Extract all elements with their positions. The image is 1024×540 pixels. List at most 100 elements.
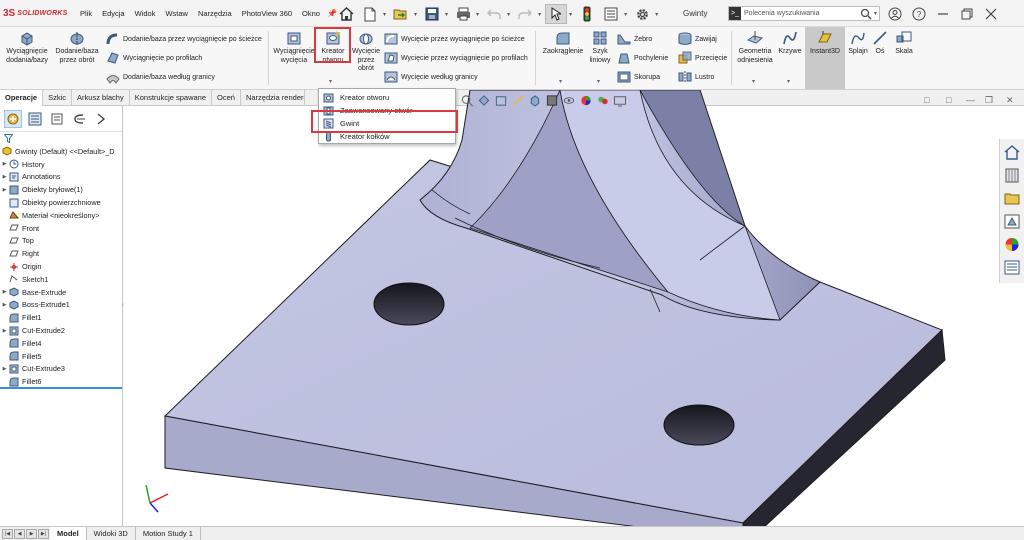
filter-row[interactable]	[0, 132, 122, 145]
expand-arrow-icon[interactable]: ▶	[0, 302, 9, 308]
appearances-scenes-icon[interactable]	[1001, 234, 1023, 254]
expand-arrow-icon[interactable]: ▶	[0, 328, 9, 334]
redo-icon[interactable]	[514, 4, 536, 24]
zoom-to-fit-icon[interactable]	[460, 94, 474, 107]
feature-manager-tab-icon[interactable]	[4, 109, 22, 128]
previous-view-icon[interactable]	[477, 94, 491, 107]
dynamic-annotation-icon[interactable]	[511, 94, 525, 107]
options-caret-icon[interactable]: ▾	[655, 11, 658, 18]
tree-item[interactable]: Right	[0, 247, 122, 260]
fillet-caret-icon[interactable]: ▾	[559, 78, 562, 85]
expand-arrow-icon[interactable]: ▶	[0, 187, 9, 193]
viewport-restore-icon[interactable]: ❐	[985, 95, 993, 106]
undo-icon[interactable]	[483, 4, 505, 24]
tree-item[interactable]: ▶ History	[0, 158, 122, 171]
menu-plik[interactable]: Plik	[75, 9, 97, 18]
view-palette-icon[interactable]	[1001, 211, 1023, 231]
spline-button[interactable]: Splajn	[846, 30, 870, 57]
design-library-icon[interactable]	[1001, 165, 1023, 185]
appearance-icon[interactable]	[579, 94, 593, 107]
tab-arkusz-blachy[interactable]: Arkusz blachy	[72, 90, 130, 106]
ref-geometry-caret-icon[interactable]: ▾	[752, 78, 755, 85]
tree-item[interactable]: Materiał <nieokreślony>	[0, 209, 122, 222]
redo-caret-icon[interactable]: ▾	[538, 11, 541, 18]
properties-caret-icon[interactable]: ▾	[624, 11, 627, 18]
panel-collapse-handle[interactable]: ‹	[122, 302, 124, 309]
tree-item[interactable]: Sketch1	[0, 273, 122, 286]
reference-geometry-button[interactable]: Geometria odniesienia	[734, 30, 776, 65]
tree-item[interactable]: ▶ Base-Extrude	[0, 286, 122, 299]
menu-narzedzia[interactable]: Narzędzia	[193, 9, 237, 18]
tree-item[interactable]: Fillet4	[0, 337, 122, 350]
shell-button[interactable]: Skorupa	[617, 70, 660, 84]
view-settings-icon[interactable]	[613, 94, 627, 107]
viewport-close-icon[interactable]: ✕	[1006, 95, 1014, 106]
last-tab-icon[interactable]: ▶|	[38, 528, 49, 539]
file-explorer-icon[interactable]	[1001, 188, 1023, 208]
boundary-boss-button[interactable]: Dodanie/baza według granicy	[106, 70, 215, 84]
hole-lower[interactable]	[663, 404, 735, 446]
hide-show-icon[interactable]	[562, 94, 576, 107]
tree-item[interactable]: ▶ Obiekty bryłowe(1)	[0, 183, 122, 196]
view-orientation-icon[interactable]	[528, 94, 542, 107]
next-tab-icon[interactable]: ▶	[26, 528, 37, 539]
scale-button[interactable]: Skala	[892, 30, 916, 57]
custom-properties-icon[interactable]	[1001, 257, 1023, 277]
tree-item[interactable]: ▶ Boss-Extrude1	[0, 299, 122, 312]
tree-item[interactable]: ▶ Cut-Extrude3	[0, 363, 122, 376]
hole-upper[interactable]	[373, 282, 445, 326]
revolve-cut-button[interactable]: Wycięcie przez obrót	[351, 30, 381, 74]
mirror-button[interactable]: Lustro	[678, 70, 714, 84]
search-input[interactable]: Polecenia wyszukiwania	[744, 10, 860, 17]
intersect-button[interactable]: Przecięcie	[678, 51, 727, 65]
select-caret-icon[interactable]: ▾	[569, 11, 572, 18]
new-caret-icon[interactable]: ▾	[383, 11, 386, 18]
print-icon[interactable]	[452, 4, 474, 24]
revolve-boss-button[interactable]: Dodanie/baza przez obrót	[52, 30, 102, 65]
tab-operacje[interactable]: Operacje	[0, 90, 44, 106]
section-view-icon[interactable]	[494, 94, 508, 107]
draft-button[interactable]: Pochylenie	[617, 51, 668, 65]
tree-item[interactable]: ▶ Annotations	[0, 171, 122, 184]
home-icon[interactable]	[335, 4, 357, 24]
property-manager-tab-icon[interactable]	[26, 110, 44, 128]
extrude-cut-button[interactable]: Wyciągnięcie wycięcia	[273, 30, 315, 65]
filter-icon[interactable]	[4, 134, 13, 143]
tree-item[interactable]: Front	[0, 222, 122, 235]
swept-boss-button[interactable]: Dodanie/baza przez wyciągnięcie po ścież…	[106, 32, 262, 46]
graphics-area[interactable]	[124, 90, 1024, 526]
account-icon[interactable]	[886, 5, 904, 23]
undo-caret-icon[interactable]: ▾	[507, 11, 510, 18]
search-caret-icon[interactable]: ▾	[874, 10, 877, 17]
prev-tab-icon[interactable]: ◀	[14, 528, 25, 539]
file-properties-icon[interactable]	[600, 4, 622, 24]
menu-edycja[interactable]: Edycja	[97, 9, 130, 18]
options-gear-icon[interactable]	[631, 4, 653, 24]
configuration-manager-tab-icon[interactable]	[48, 110, 66, 128]
tab-widoki-3d[interactable]: Widoki 3D	[87, 527, 136, 540]
rollback-bar[interactable]	[0, 387, 122, 389]
part-model[interactable]	[124, 90, 1024, 526]
hole-wizard-caret-icon[interactable]: ▾	[329, 78, 332, 85]
pattern-caret-icon[interactable]: ▾	[597, 78, 600, 85]
solidworks-logo[interactable]: 3S SOLIDWORKS	[3, 8, 75, 19]
rib-button[interactable]: Żebro	[617, 32, 652, 46]
print-caret-icon[interactable]: ▾	[476, 11, 479, 18]
search-icon[interactable]	[860, 8, 872, 20]
wrap-button[interactable]: Zawijaj	[678, 32, 717, 46]
viewport-minimize-icon[interactable]: —	[966, 95, 975, 105]
close-icon[interactable]	[982, 5, 1000, 23]
open-caret-icon[interactable]: ▾	[414, 11, 417, 18]
tab-szkic[interactable]: Szkic	[43, 90, 73, 106]
help-icon[interactable]: ?	[910, 5, 928, 23]
viewport-tile-icon[interactable]: □	[924, 95, 929, 105]
tree-item[interactable]: Fillet5	[0, 350, 122, 363]
tree-root[interactable]: Gwinty (Default) <<Default>_D	[0, 145, 122, 158]
expand-arrow-icon[interactable]: ▶	[0, 161, 9, 167]
save-icon[interactable]	[421, 4, 443, 24]
select-pointer-icon[interactable]	[545, 4, 568, 24]
tree-item[interactable]: Fillet1	[0, 311, 122, 324]
expand-arrow-icon[interactable]: ▶	[0, 289, 9, 295]
extrude-boss-button[interactable]: Wyciągnięcie dodania/bazy	[4, 30, 50, 65]
linear-pattern-button[interactable]: Szyk liniowy	[588, 30, 612, 65]
